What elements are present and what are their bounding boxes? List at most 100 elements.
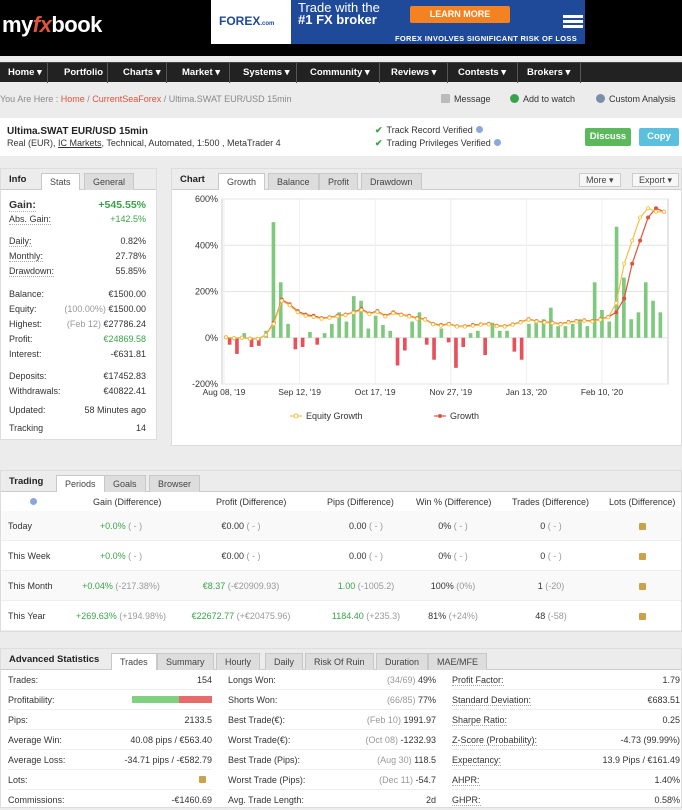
legend-equity-growth[interactable]: Equity Growth <box>306 411 363 421</box>
stat-row: Longs Won: (34/69) 49% <box>228 670 436 690</box>
profit-bar <box>622 277 626 338</box>
discuss-button[interactable]: Discuss <box>585 128 631 146</box>
help-icon[interactable] <box>475 126 483 133</box>
export-dropdown[interactable]: Export ▾ <box>632 173 680 187</box>
nav-reviews[interactable]: Reviews ▾ <box>383 63 448 83</box>
series-point <box>327 315 332 320</box>
forex-ad-banner[interactable]: FOREX.com Trade with the #1 FX broker LE… <box>211 0 585 44</box>
tab-risk-of-ruin[interactable]: Risk Of Ruin <box>305 653 374 670</box>
tab-goals[interactable]: Goals <box>104 475 146 492</box>
tab-drawdown[interactable]: Drawdown <box>361 173 422 190</box>
profit-bar <box>351 296 356 338</box>
x-tick-label: Jan 13, '20 <box>506 387 548 397</box>
stat-row: Trades: 154 <box>8 670 212 690</box>
nav-community[interactable]: Community ▾ <box>302 63 380 83</box>
trading-privileges-verified: ✔ Trading Privileges Verified <box>375 138 501 149</box>
stat-row: Expectancy: 13.9 Pips / €161.49 <box>452 750 680 770</box>
profit-bar <box>614 226 619 338</box>
check-icon: ✔ <box>375 125 383 135</box>
profit-bar <box>476 330 480 338</box>
stat-row: Lots: <box>8 770 212 790</box>
tab-stats[interactable]: Stats <box>41 173 80 190</box>
gain-value: +545.55% <box>98 199 146 211</box>
profit-bar <box>395 337 400 366</box>
tab-balance[interactable]: Balance <box>268 173 319 190</box>
stat-row: Profitability: <box>8 690 212 710</box>
profit-bar <box>293 337 298 350</box>
gain-cell: +0.0% ( - ) <box>99 551 143 561</box>
breadcrumb-home[interactable]: Home <box>61 94 85 104</box>
stat-row: Z-Score (Probability): -4.73 (99.99%) <box>452 730 680 750</box>
tab-profit[interactable]: Profit <box>319 173 359 190</box>
pips-cell: 1.00 (-1005.2) <box>337 581 395 591</box>
add-to-watch-link[interactable]: Add to watch <box>510 94 575 104</box>
series-point <box>502 324 507 329</box>
series-point <box>654 209 659 214</box>
tab-growth[interactable]: Growth <box>218 173 266 190</box>
series-point <box>319 316 324 321</box>
help-icon[interactable] <box>493 139 501 146</box>
stat-row: Worst Trade (Pips): (Dec 11) -54.7 <box>228 770 436 790</box>
trading-header-row: Gain (Difference) Profit (Difference) Pi… <box>1 497 681 511</box>
y-tick-label: 400% <box>195 240 218 250</box>
x-tick-label: Sep 12, '19 <box>278 387 321 397</box>
period-label: This Month <box>8 581 53 591</box>
info-icon[interactable] <box>30 497 37 507</box>
profit-bar <box>366 328 371 338</box>
nav-portfolio[interactable]: Portfolio <box>56 63 108 83</box>
more-dropdown[interactable]: More ▾ <box>579 173 621 187</box>
profit-cell: €0.00 ( - ) <box>221 521 261 531</box>
tab-summary[interactable]: Summary <box>157 653 214 670</box>
gain-cell: +0.04% (-217.38%) <box>82 581 160 591</box>
series-point <box>231 336 236 341</box>
ad-learn-more-button[interactable]: LEARN MORE <box>410 6 510 23</box>
profit-bar <box>446 337 451 343</box>
series-point <box>239 335 244 340</box>
tab-hourly[interactable]: Hourly <box>216 653 261 670</box>
tab-browser[interactable]: Browser <box>149 475 201 492</box>
series-point <box>470 323 475 328</box>
profit-bar <box>322 333 327 338</box>
growth-chart[interactable]: 600%400%200%0%-200%Aug 08, '19 Sep 12, '1… <box>172 191 681 445</box>
nav-charts[interactable]: Charts ▾ <box>115 63 167 83</box>
message-link[interactable]: Message <box>441 94 491 104</box>
profit-bar <box>527 323 531 338</box>
tab-trades[interactable]: Trades <box>111 653 157 670</box>
table-row: This Week +0.0% ( - ) €0.00 ( - ) 0.00 ( - … <box>1 541 681 571</box>
profit-bar <box>235 337 239 354</box>
series-point <box>518 320 523 325</box>
series-point <box>654 206 659 211</box>
nav-systems[interactable]: Systems ▾ <box>235 63 297 83</box>
myfxbook-logo[interactable]: myfxbook <box>2 12 102 38</box>
x-tick-label: Oct 17, '19 <box>355 387 396 397</box>
profit-bar <box>512 337 517 352</box>
tab-general[interactable]: General <box>84 173 135 190</box>
copy-button[interactable]: Copy <box>639 128 679 146</box>
series-point <box>391 311 396 316</box>
tab-duration[interactable]: Duration <box>376 653 429 670</box>
nav-market[interactable]: Market ▾ <box>174 63 230 83</box>
stat-row: Commissions: -€1460.69 <box>8 790 212 810</box>
series-point <box>614 301 619 306</box>
breadcrumb-user[interactable]: CurrentSeaForex <box>92 94 161 104</box>
trading-title: Trading <box>9 476 44 487</box>
profit-cell: €22672.77 (+€20475.96) <box>191 611 291 621</box>
profit-bar <box>629 319 633 338</box>
nav-brokers[interactable]: Brokers ▾ <box>519 63 581 83</box>
tab-daily[interactable]: Daily <box>265 653 304 670</box>
nav-contests[interactable]: Contests ▾ <box>450 63 518 83</box>
check-icon: ✔ <box>375 138 383 148</box>
broker-link[interactable]: IC Markets <box>58 138 102 148</box>
gain-cell: +0.0% ( - ) <box>99 521 143 531</box>
period-label: This Year <box>8 611 46 621</box>
series-point <box>462 324 467 329</box>
legend-growth[interactable]: Growth <box>450 411 479 421</box>
series-point <box>439 323 444 328</box>
tab-periods[interactable]: Periods <box>56 475 105 492</box>
tab-mae-mfe[interactable]: MAE/MFE <box>428 653 488 670</box>
series-point <box>399 313 404 318</box>
breadcrumb: You Are Here : Home / CurrentSeaForex / … <box>0 94 292 104</box>
top-header: myfxbook FOREX.com Trade with the #1 FX … <box>0 0 682 56</box>
nav-home[interactable]: Home ▾ <box>0 63 48 83</box>
custom-analysis-link[interactable]: Custom Analysis <box>596 94 676 104</box>
